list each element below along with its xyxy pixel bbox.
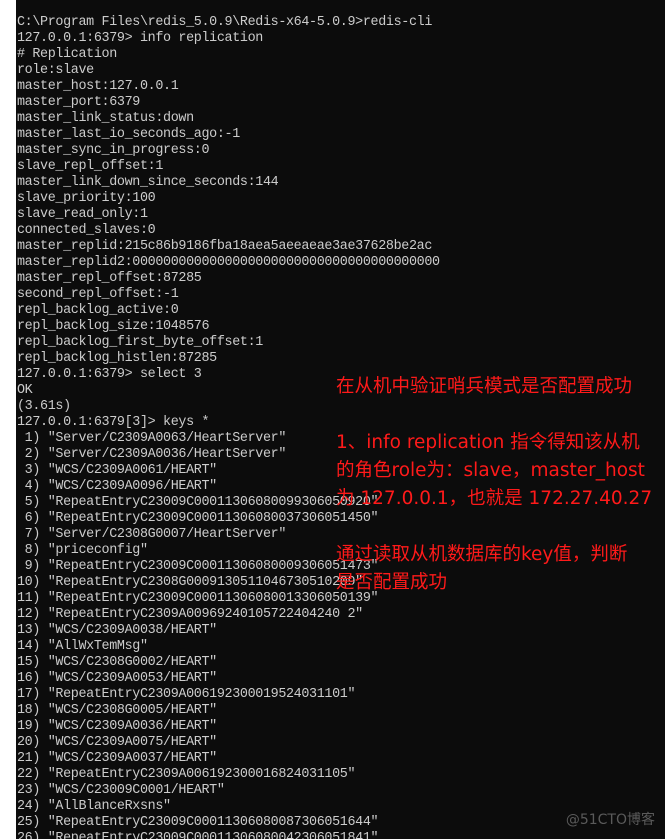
terminal-line: 25) "RepeatEntryC23009C00011306080087306… [17, 815, 379, 830]
terminal-line: 21) "WCS/C2309A0037/HEART" [17, 751, 217, 766]
terminal-line: (3.61s) [17, 399, 71, 414]
terminal-line: 24) "AllBlanceRxsns" [17, 799, 171, 814]
terminal-line: 15) "WCS/C2308G0002/HEART" [17, 655, 217, 670]
terminal-line: repl_backlog_first_byte_offset:1 [17, 335, 263, 350]
annotation-point-2-line-1: 通过读取从机数据库的key值，判断 [336, 544, 628, 565]
terminal-line: connected_slaves:0 [17, 223, 156, 238]
terminal-line: 16) "WCS/C2309A0053/HEART" [17, 671, 217, 686]
terminal-output: C:\Program Files\redis_5.0.9\Redis-x64-5… [17, 15, 440, 839]
terminal-line: master_replid2:0000000000000000000000000… [17, 255, 440, 270]
terminal-line: master_repl_offset:87285 [17, 271, 202, 286]
annotation-title: 在从机中验证哨兵模式是否配置成功 [336, 376, 633, 397]
terminal-line: 13) "WCS/C2309A0038/HEART" [17, 623, 217, 638]
terminal-line: 20) "WCS/C2309A0075/HEART" [17, 735, 217, 750]
terminal-line: 127.0.0.1:6379> info replication [17, 31, 263, 46]
terminal-line: 18) "WCS/C2308G0005/HEART" [17, 703, 217, 718]
terminal-line: 12) "RepeatEntryC2309A009692401057224042… [17, 607, 363, 622]
terminal-line: repl_backlog_histlen:87285 [17, 351, 217, 366]
annotation-point-1-line-1: 1、info replication 指令得知该从机 [336, 432, 640, 453]
annotation-point-2: 通过读取从机数据库的key值，判断 是否配置成功 [336, 541, 627, 597]
terminal-line: 22) "RepeatEntryC2309A006192300016824031… [17, 767, 356, 782]
terminal-line: 19) "WCS/C2309A0036/HEART" [17, 719, 217, 734]
annotation-point-1-line-3: 为 127.0.0.1，也就是 172.27.40.27 [336, 488, 653, 509]
terminal-line: slave_priority:100 [17, 191, 156, 206]
terminal-line: master_host:127.0.0.1 [17, 79, 179, 94]
annotation-point-1-line-2: 的角色role为：slave，master_host [336, 460, 645, 481]
terminal-window[interactable]: C:\Program Files\redis_5.0.9\Redis-x64-5… [16, 0, 665, 839]
annotation-point-1: 1、info replication 指令得知该从机 的角色role为：slav… [336, 429, 652, 513]
watermark: @51CTO博客 [565, 812, 655, 828]
terminal-line: 23) "WCS/C23009C0001/HEART" [17, 783, 225, 798]
terminal-line: repl_backlog_active:0 [17, 303, 179, 318]
terminal-line: slave_read_only:1 [17, 207, 148, 222]
terminal-line: 6) "RepeatEntryC23009C000113060800373060… [17, 511, 379, 526]
annotation-point-2-line-2: 是否配置成功 [336, 572, 448, 593]
terminal-line: master_link_status:down [17, 111, 194, 126]
terminal-line: repl_backlog_size:1048576 [17, 319, 210, 334]
terminal-line: second_repl_offset:-1 [17, 287, 179, 302]
terminal-line: master_last_io_seconds_ago:-1 [17, 127, 240, 142]
terminal-line: 14) "AllWxTemMsg" [17, 639, 148, 654]
terminal-line: # Replication [17, 47, 117, 62]
terminal-line: role:slave [17, 63, 94, 78]
terminal-line: master_sync_in_progress:0 [17, 143, 210, 158]
terminal-line: master_link_down_since_seconds:144 [17, 175, 279, 190]
terminal-line: C:\Program Files\redis_5.0.9\Redis-x64-5… [17, 15, 433, 30]
terminal-line: 17) "RepeatEntryC2309A006192300019524031… [17, 687, 356, 702]
terminal-line: master_port:6379 [17, 95, 140, 110]
terminal-line: master_replid:215c86b9186fba18aea5aeeaea… [17, 239, 433, 254]
terminal-line: 26) "RepeatEntryC23009C00011306080042306… [17, 831, 379, 839]
terminal-line: slave_repl_offset:1 [17, 159, 164, 174]
